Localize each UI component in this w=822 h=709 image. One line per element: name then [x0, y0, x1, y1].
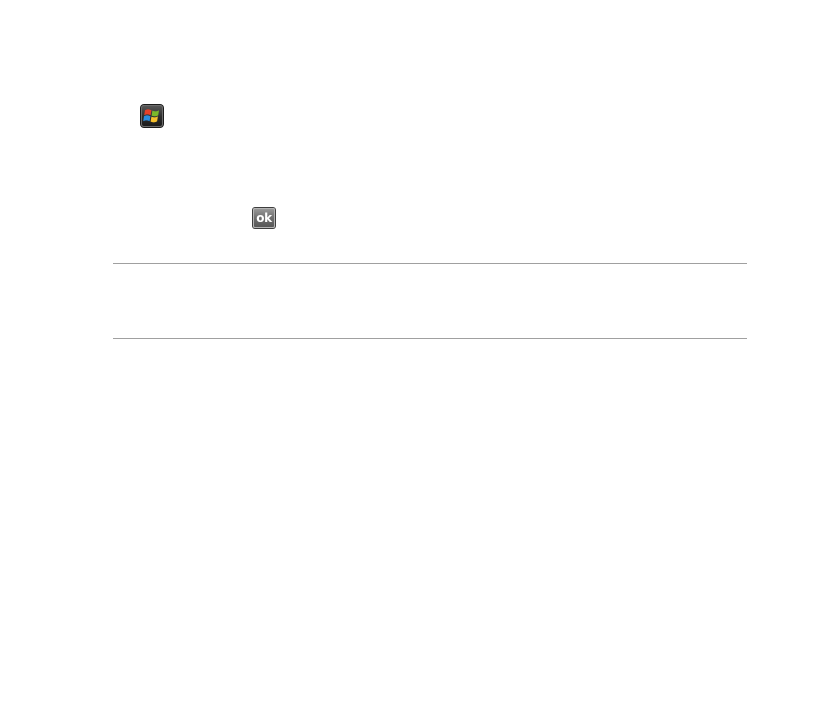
ok-button[interactable]: ok: [253, 208, 275, 228]
divider-bottom: [113, 338, 747, 339]
start-button[interactable]: [141, 105, 163, 127]
divider-top: [113, 263, 747, 264]
windows-flag-icon: [143, 109, 159, 123]
